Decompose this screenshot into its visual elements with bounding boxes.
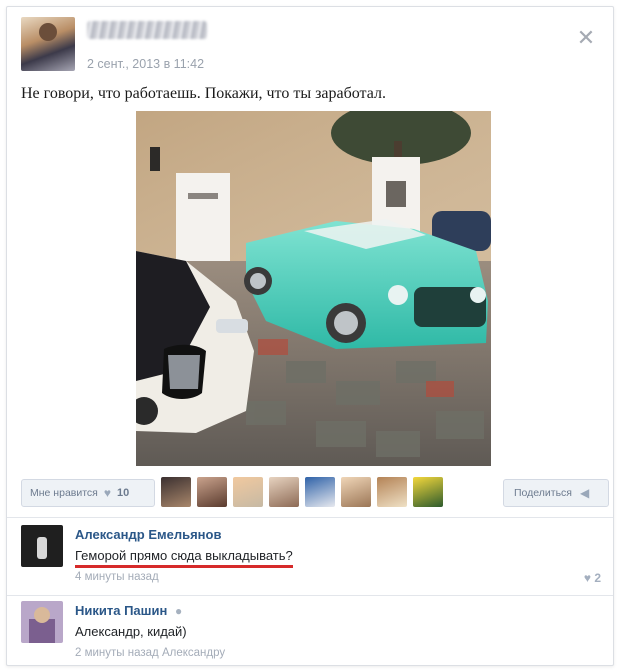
comment-author-name[interactable]: Никита Пашин — [75, 603, 167, 618]
share-button[interactable]: Поделиться ◀ — [503, 479, 609, 507]
liker-avatar-6[interactable] — [341, 477, 371, 507]
comment-author[interactable]: Александр Емельянов — [75, 527, 221, 542]
divider — [7, 517, 613, 518]
likers-list — [161, 477, 443, 509]
post-date[interactable]: 2 сент., 2013 в 11:42 — [87, 57, 204, 71]
comment-1: Александр Емельянов Геморой прямо сюда в… — [21, 521, 601, 591]
comment-like-count: 2 — [594, 571, 601, 585]
like-count: 10 — [116, 487, 130, 499]
comment-author[interactable]: Никита Пашин ● — [75, 603, 182, 618]
liker-avatar-7[interactable] — [377, 477, 407, 507]
commenter-avatar[interactable] — [21, 601, 63, 643]
post-photo[interactable] — [136, 111, 491, 466]
liker-avatar-4[interactable] — [269, 477, 299, 507]
comment-like-button[interactable]: ♥ 2 — [584, 571, 601, 585]
divider — [7, 595, 613, 596]
comment-time[interactable]: 4 минуты назад — [75, 571, 159, 583]
comment-text: Геморой прямо сюда выкладывать? — [75, 548, 293, 568]
author-avatar[interactable] — [21, 17, 75, 71]
post-header: 2 сент., 2013 в 11:42 ✕ — [21, 17, 601, 73]
liker-avatar-5[interactable] — [305, 477, 335, 507]
post-card: 2 сент., 2013 в 11:42 ✕ Не говори, что р… — [6, 6, 614, 666]
liker-avatar-2[interactable] — [197, 477, 227, 507]
comment-text: Александр, кидай) — [75, 624, 187, 639]
share-button-label: Поделиться — [514, 487, 572, 499]
liker-avatar-1[interactable] — [161, 477, 191, 507]
close-icon[interactable]: ✕ — [575, 27, 597, 49]
liker-avatar-3[interactable] — [233, 477, 263, 507]
megaphone-icon: ◀ — [579, 486, 590, 500]
like-button[interactable]: Мне нравится ♥ 10 — [21, 479, 155, 507]
comment-time[interactable]: 2 минуты назад Александру — [75, 647, 225, 659]
online-indicator-icon: ● — [174, 604, 183, 618]
heart-icon: ♥ — [583, 571, 591, 585]
like-button-label: Мне нравится — [30, 487, 98, 499]
post-action-bar: Мне нравится ♥ 10 Поделиться ◀ — [21, 477, 609, 511]
post-text: Не говори, что работаешь. Покажи, что ты… — [21, 85, 386, 102]
liker-avatar-8[interactable] — [413, 477, 443, 507]
heart-icon: ♥ — [103, 486, 111, 500]
commenter-avatar[interactable] — [21, 525, 63, 567]
comment-2: Никита Пашин ● Александр, кидай) 2 минут… — [21, 597, 601, 665]
author-name-blurred[interactable] — [87, 21, 207, 39]
